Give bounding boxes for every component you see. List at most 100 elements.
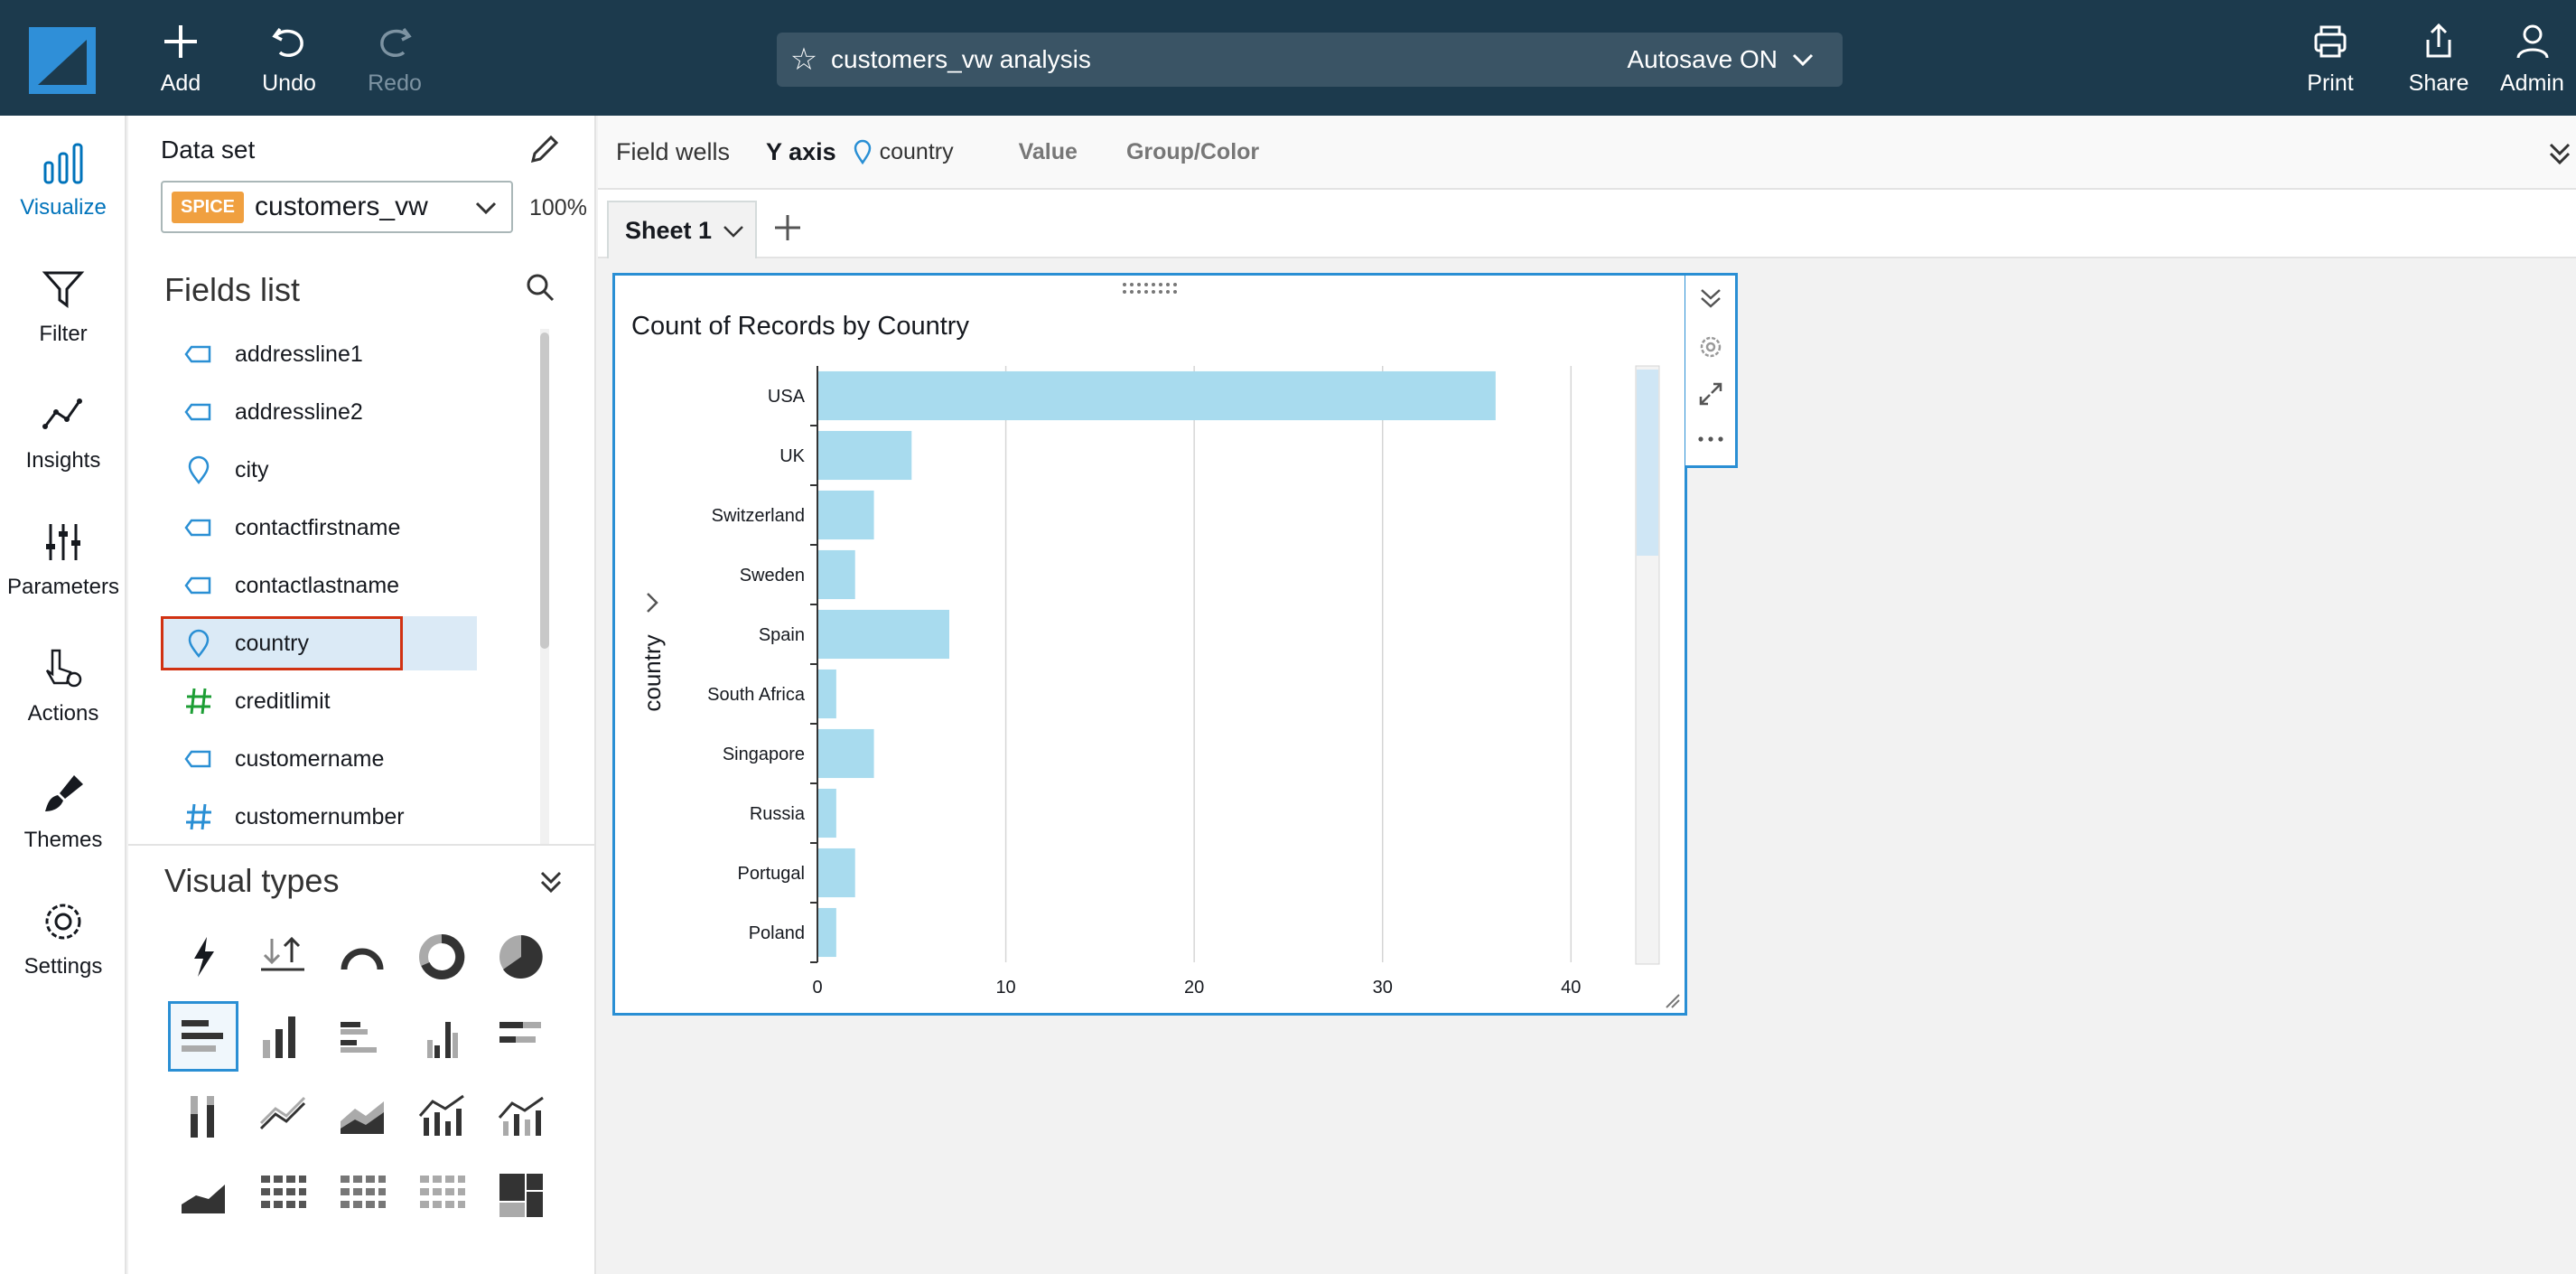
- print-button[interactable]: Print: [2285, 20, 2375, 101]
- nav-filter[interactable]: Filter: [0, 264, 126, 372]
- nav-parameters[interactable]: Parameters: [0, 517, 126, 625]
- line-chart-icon[interactable]: [247, 1081, 318, 1151]
- field-customernumber[interactable]: customernumber: [161, 788, 558, 846]
- fields-scrollbar-thumb[interactable]: [540, 333, 549, 649]
- heat-map-icon[interactable]: [406, 1160, 477, 1231]
- area-chart-icon[interactable]: [327, 1081, 397, 1151]
- share-button[interactable]: Share: [2394, 20, 2484, 101]
- fields-list-title: Fields list: [164, 271, 301, 308]
- y-tick-label: Portugal: [738, 864, 806, 884]
- data-panel: Data set SPICE customers_vw 100% Fields …: [128, 116, 596, 1274]
- location-pin-icon: [182, 454, 215, 486]
- field-city[interactable]: city: [161, 441, 558, 499]
- sliders-icon: [46, 524, 80, 560]
- field-label: addressline2: [235, 398, 363, 425]
- pencil-icon[interactable]: [526, 132, 562, 168]
- stacked-column-icon[interactable]: [168, 1081, 238, 1151]
- undo-button[interactable]: Undo: [244, 20, 334, 101]
- nav-settings[interactable]: Settings: [0, 896, 126, 1005]
- analysis-title-box[interactable]: ☆ customers_vw analysis Autosave ON: [777, 33, 1843, 87]
- column-line-combo-icon[interactable]: [486, 1081, 556, 1151]
- dataset-label: Data set: [161, 136, 256, 164]
- double-chevron-down-icon[interactable]: [535, 866, 567, 898]
- gauge-icon[interactable]: [327, 922, 397, 992]
- text-field-icon: [182, 396, 215, 428]
- more-options-icon[interactable]: [1695, 424, 1726, 454]
- gear-icon: [45, 904, 81, 940]
- double-chevron-down-icon[interactable]: [1695, 283, 1726, 314]
- stacked-bar-icon[interactable]: [486, 1001, 556, 1072]
- tab-sheet-1[interactable]: Sheet 1: [607, 201, 757, 258]
- double-chevron-down-icon[interactable]: [2543, 137, 2576, 170]
- chart-scrollbar-thumb[interactable]: [1637, 370, 1658, 556]
- bar-line-combo-icon[interactable]: [406, 1081, 477, 1151]
- visual-card[interactable]: Count of Records by Country 0 10 20 30 40 USA…: [612, 273, 1687, 1016]
- value-well[interactable]: Value: [1019, 139, 1078, 165]
- bar-uk: [817, 430, 912, 481]
- field-country[interactable]: country: [161, 614, 558, 672]
- field-contactlastname[interactable]: contactlastname: [161, 557, 558, 614]
- bar-russia: [817, 788, 836, 838]
- x-tick-label: 40: [1561, 978, 1581, 998]
- search-icon[interactable]: [524, 271, 556, 304]
- horizontal-bar-icon[interactable]: [168, 1001, 238, 1072]
- table-icon[interactable]: [247, 1160, 318, 1231]
- nav-insights[interactable]: Insights: [0, 390, 126, 499]
- kpi-icon[interactable]: [247, 922, 318, 992]
- field-wells-label[interactable]: Field wells: [616, 138, 730, 166]
- quicksight-logo[interactable]: [29, 27, 96, 94]
- bar-sweden: [817, 549, 855, 600]
- bar-portugal: [817, 848, 855, 898]
- x-tick-label: 0: [812, 978, 822, 998]
- autograph-icon[interactable]: [168, 922, 238, 992]
- text-field-icon: [182, 338, 215, 370]
- drag-handle-icon[interactable]: [1121, 281, 1181, 295]
- pie-icon[interactable]: [486, 922, 556, 992]
- dataset-select[interactable]: SPICE customers_vw: [161, 181, 513, 233]
- field-customername[interactable]: customername: [161, 730, 558, 788]
- autosave-dropdown[interactable]: Autosave ON: [1627, 45, 1843, 74]
- field-addressline1[interactable]: addressline1: [161, 325, 558, 383]
- stacked-area-icon[interactable]: [168, 1160, 238, 1231]
- add-button[interactable]: Add: [135, 20, 226, 101]
- bar-usa: [817, 370, 1496, 421]
- nav-visualize[interactable]: Visualize: [0, 137, 126, 246]
- admin-button[interactable]: Admin: [2500, 20, 2576, 101]
- gear-icon[interactable]: [1695, 332, 1726, 362]
- nav-themes[interactable]: Themes: [0, 770, 126, 878]
- fields-list: addressline1 addressline2 city contactfirst…: [161, 325, 558, 846]
- nav-insights-label: Insights: [25, 448, 101, 473]
- add-sheet-icon[interactable]: [770, 210, 806, 246]
- redo-icon: [380, 27, 412, 58]
- expand-icon[interactable]: [1695, 379, 1726, 409]
- redo-button[interactable]: Redo: [350, 20, 440, 101]
- y-tick-label: USA: [768, 387, 806, 407]
- group-color-well[interactable]: Group/Color: [1126, 139, 1259, 165]
- field-wells-bar: Field wells Y axis country Value Group/C…: [598, 116, 2576, 190]
- pivot-table-icon[interactable]: [327, 1160, 397, 1231]
- y-axis-well-field[interactable]: country: [853, 139, 954, 165]
- chevron-down-icon[interactable]: [721, 219, 746, 244]
- resize-handle-icon[interactable]: [1663, 991, 1681, 1009]
- visual-title[interactable]: Count of Records by Country: [631, 312, 969, 342]
- field-creditlimit[interactable]: creditlimit: [161, 672, 558, 730]
- vertical-bar-icon[interactable]: [247, 1001, 318, 1072]
- field-contactfirstname[interactable]: contactfirstname: [161, 499, 558, 557]
- left-nav: Visualize Filter Insights Parameters Act…: [0, 116, 126, 1274]
- field-addressline2[interactable]: addressline2: [161, 383, 558, 441]
- nav-actions[interactable]: Actions: [0, 643, 126, 752]
- analysis-title[interactable]: customers_vw analysis: [831, 45, 1627, 74]
- clustered-column-icon[interactable]: [406, 1001, 477, 1072]
- visual-menu: [1685, 273, 1738, 468]
- y-axis-field-name: country: [879, 138, 954, 164]
- tree-map-icon[interactable]: [486, 1160, 556, 1231]
- star-icon[interactable]: ☆: [777, 42, 831, 78]
- undo-icon: [272, 27, 303, 58]
- y-axis-well-label: Y axis: [766, 137, 836, 165]
- nav-visualize-label: Visualize: [20, 195, 107, 220]
- chevron-right-icon[interactable]: [647, 593, 658, 613]
- nav-filter-label: Filter: [39, 322, 88, 346]
- donut-icon[interactable]: [406, 922, 477, 992]
- clustered-bar-icon[interactable]: [327, 1001, 397, 1072]
- y-tick-label: Singapore: [723, 745, 805, 764]
